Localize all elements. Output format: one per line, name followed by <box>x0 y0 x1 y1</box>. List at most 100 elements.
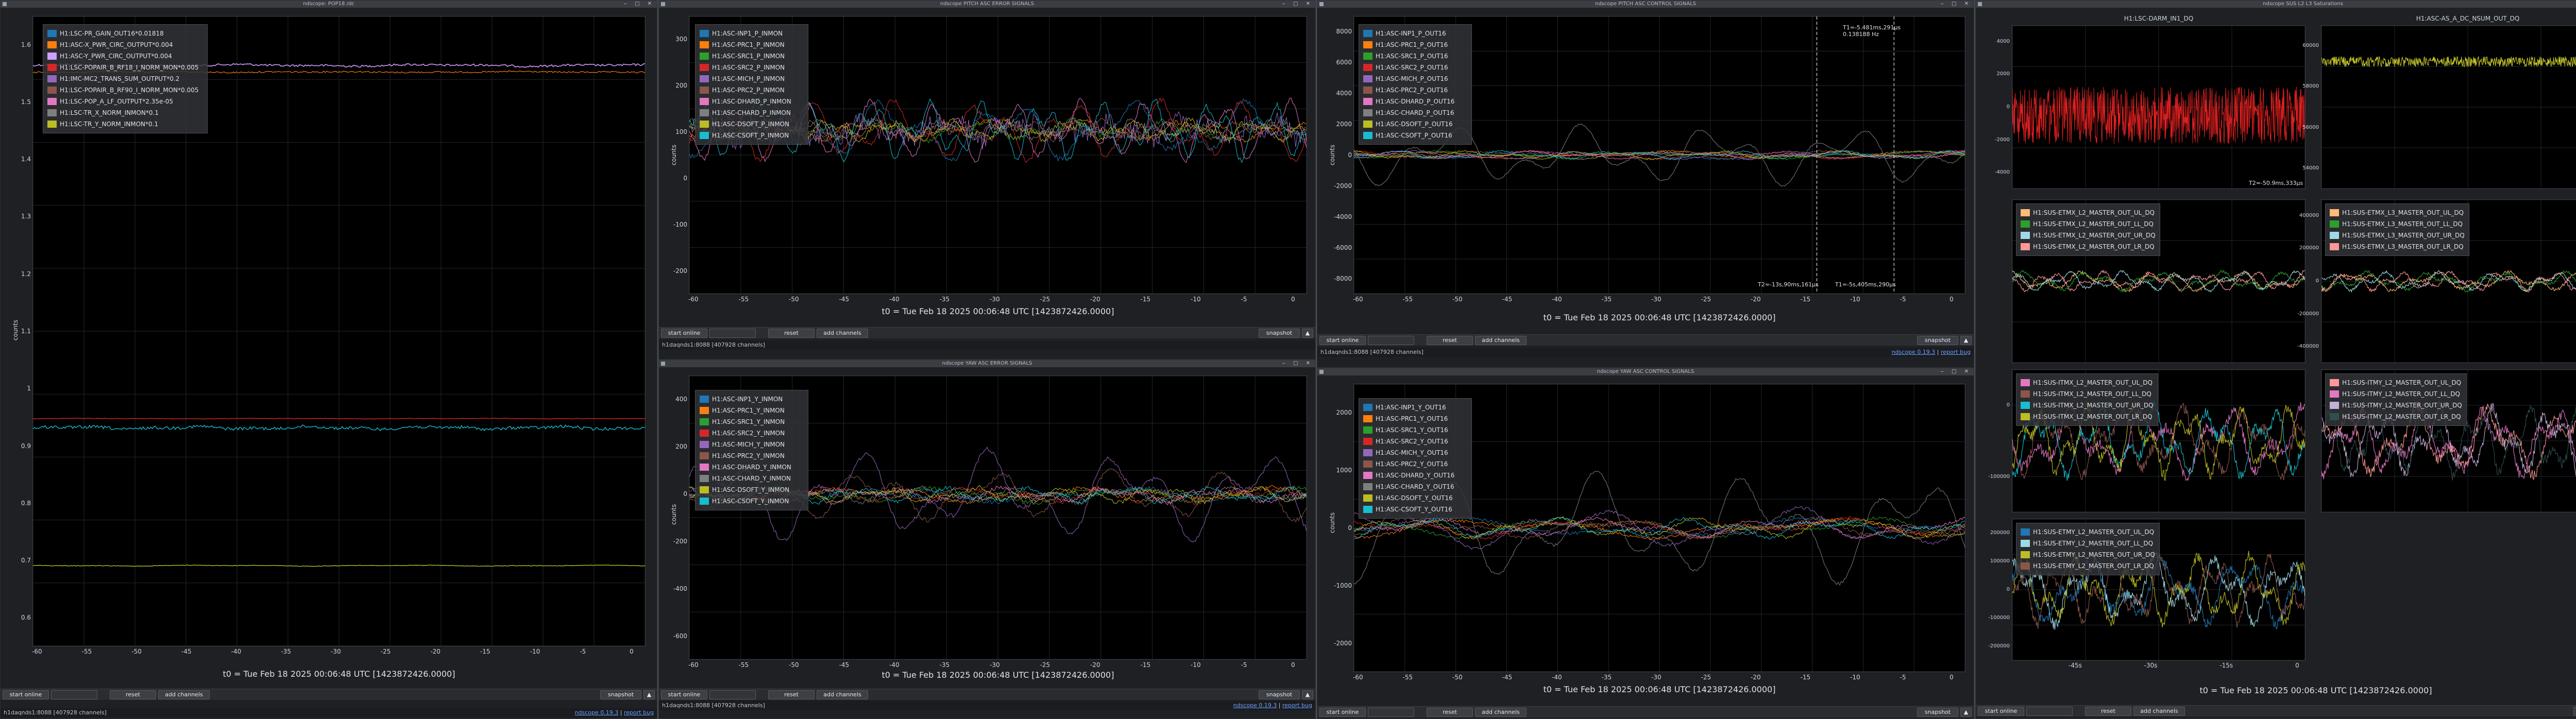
snapshot-button[interactable]: snapshot <box>1917 708 1958 717</box>
legend-entry[interactable]: H1:ASC-SRC1_Y_OUT16 <box>1363 424 1467 436</box>
legend-entry[interactable]: H1:ASC-INP1_P_OUT16 <box>1363 28 1467 39</box>
add-channels-button[interactable]: add channels <box>1475 708 1527 717</box>
legend-entry[interactable]: H1:ASC-DSOFT_P_OUT16 <box>1363 118 1467 130</box>
legend-entry[interactable]: H1:SUS-ITMY_L2_MASTER_OUT_LR_DQ <box>2330 411 2462 422</box>
report-bug-link[interactable]: report bug <box>624 709 654 716</box>
stop-button[interactable] <box>1368 708 1414 717</box>
reset-button[interactable]: reset <box>110 690 156 699</box>
legend-entry[interactable]: H1:ASC-INP1_Y_INMON <box>700 393 804 405</box>
legend-entry[interactable]: H1:SUS-ETMY_L2_MASTER_OUT_LL_DQ <box>2021 538 2155 549</box>
legend-entry[interactable]: H1:SUS-ITMX_L2_MASTER_OUT_LL_DQ <box>2021 388 2154 400</box>
snapshot-button[interactable]: snapshot <box>600 690 641 699</box>
add-channels-button[interactable]: add channels <box>1475 336 1527 345</box>
reset-button[interactable]: reset <box>1427 708 1473 717</box>
legend-entry[interactable]: H1:SUS-ITMY_L2_MASTER_OUT_UR_DQ <box>2330 400 2462 411</box>
window-controls[interactable]: ‒ □ ✕ <box>1940 1 1972 8</box>
stop-button[interactable] <box>1368 336 1414 345</box>
legend-entry[interactable]: H1:ASC-CHARD_Y_INMON <box>700 473 804 484</box>
legend-entry[interactable]: H1:ASC-MICH_Y_OUT16 <box>1363 447 1467 458</box>
window-controls[interactable]: ‒ □ ✕ <box>1282 360 1313 367</box>
snapshot-button[interactable]: snapshot <box>2573 707 2576 716</box>
legend-entry[interactable]: H1:ASC-SRC2_P_OUT16 <box>1363 62 1467 73</box>
chevron-up-icon[interactable]: ▲ <box>1302 690 1313 699</box>
legend-entry[interactable]: H1:ASC-DSOFT_P_INMON <box>700 118 804 130</box>
legend[interactable]: H1:SUS-ITMY_L2_MASTER_OUT_UL_DQ H1:SUS-IT… <box>2325 373 2467 426</box>
window-titlebar[interactable]: ndscope PITCH ASC ERROR SIGNALS ‒ □ ✕ <box>659 1 1315 8</box>
legend-entry[interactable]: H1:SUS-ETMX_L2_MASTER_OUT_LR_DQ <box>2021 241 2156 252</box>
legend[interactable]: H1:SUS-ETMX_L3_MASTER_OUT_UL_DQ H1:SUS-ET… <box>2325 203 2469 256</box>
subplot-area[interactable] <box>2012 25 2306 189</box>
legend[interactable]: H1:ASC-INP1_Y_INMON H1:ASC-PRC1_Y_INMON H1… <box>695 390 808 510</box>
legend[interactable]: H1:SUS-ITMX_L2_MASTER_OUT_UL_DQ H1:SUS-IT… <box>2016 373 2158 426</box>
legend-entry[interactable]: H1:LSC-POPAIR_B_RF90_I_NORM_MON*0.005 <box>47 84 203 96</box>
window-controls[interactable]: ‒ □ ✕ <box>623 1 655 8</box>
reset-button[interactable]: reset <box>768 690 815 699</box>
report-bug-link[interactable]: report bug <box>1941 349 1971 355</box>
start-online-button[interactable]: start online <box>3 690 49 699</box>
reset-button[interactable]: reset <box>768 329 815 338</box>
legend-entry[interactable]: H1:ASC-MICH_P_OUT16 <box>1363 73 1467 84</box>
legend-entry[interactable]: H1:SUS-ITMY_L2_MASTER_OUT_LL_DQ <box>2330 388 2462 400</box>
legend-entry[interactable]: H1:ASC-CHARD_P_OUT16 <box>1363 107 1467 118</box>
add-channels-button[interactable]: add channels <box>2133 707 2185 716</box>
version-link[interactable]: ndscope 0.19.3 <box>1233 702 1277 709</box>
legend-entry[interactable]: H1:ASC-PRC2_Y_OUT16 <box>1363 458 1467 470</box>
legend-entry[interactable]: H1:ASC-CHARD_P_INMON <box>700 107 804 118</box>
legend[interactable]: H1:SUS-ETMY_L2_MASTER_OUT_UL_DQ H1:SUS-ET… <box>2016 523 2160 575</box>
chevron-up-icon[interactable]: ▲ <box>1960 708 1972 717</box>
window-titlebar[interactable]: ndscope YAW ASC CONTROL SIGNALS ‒ □ ✕ <box>1317 368 1974 375</box>
start-online-button[interactable]: start online <box>1319 336 1366 345</box>
subplot-area[interactable] <box>2321 25 2576 189</box>
legend[interactable]: H1:ASC-INP1_P_OUT16 H1:ASC-PRC1_P_OUT16 H1… <box>1359 24 1472 145</box>
snapshot-button[interactable]: snapshot <box>1917 336 1958 345</box>
legend-entry[interactable]: H1:SUS-ETMY_L2_MASTER_OUT_UR_DQ <box>2021 549 2155 560</box>
legend-entry[interactable]: H1:IMC-MC2_TRANS_SUM_OUTPUT*0.2 <box>47 73 203 84</box>
legend-entry[interactable]: H1:LSC-TR_X_NORM_INMON*0.1 <box>47 107 203 118</box>
legend[interactable]: H1:LSC-PR_GAIN_OUT16*0.01818 H1:ASC-X_PWR… <box>43 24 208 133</box>
legend-entry[interactable]: H1:SUS-ITMY_L2_MASTER_OUT_UL_DQ <box>2330 377 2462 388</box>
start-online-button[interactable]: start online <box>1978 707 2024 716</box>
legend-entry[interactable]: H1:ASC-DHARD_Y_OUT16 <box>1363 470 1467 481</box>
legend[interactable]: H1:ASC-INP1_Y_OUT16 H1:ASC-PRC1_Y_OUT16 H1… <box>1359 398 1472 519</box>
window-controls[interactable]: ‒ □ ✕ <box>1940 368 1972 375</box>
legend-entry[interactable]: H1:ASC-X_PWR_CIRC_OUTPUT*0.004 <box>47 39 203 50</box>
legend-entry[interactable]: H1:ASC-PRC1_P_OUT16 <box>1363 39 1467 50</box>
legend-entry[interactable]: H1:SUS-ETMX_L2_MASTER_OUT_UR_DQ <box>2021 230 2156 241</box>
legend-entry[interactable]: H1:ASC-SRC1_Y_INMON <box>700 416 804 427</box>
legend-entry[interactable]: H1:LSC-POPAIR_B_RF18_I_NORM_MON*0.005 <box>47 62 203 73</box>
version-link[interactable]: ndscope 0.19.3 <box>575 709 619 716</box>
window-titlebar[interactable]: ndscope YAW ASC ERROR SIGNALS ‒ □ ✕ <box>659 360 1315 367</box>
legend-entry[interactable]: H1:SUS-ITMX_L2_MASTER_OUT_LR_DQ <box>2021 411 2154 422</box>
legend-entry[interactable]: H1:ASC-SRC2_Y_INMON <box>700 427 804 439</box>
legend-entry[interactable]: H1:ASC-CSOFT_Y_INMON <box>700 495 804 507</box>
legend-entry[interactable]: H1:ASC-SRC1_P_OUT16 <box>1363 50 1467 62</box>
legend-entry[interactable]: H1:ASC-CHARD_Y_OUT16 <box>1363 481 1467 492</box>
legend-entry[interactable]: H1:LSC-POP_A_LF_OUTPUT*2.35e-05 <box>47 96 203 107</box>
legend-entry[interactable]: H1:ASC-PRC2_P_OUT16 <box>1363 84 1467 96</box>
legend-entry[interactable]: H1:ASC-PRC1_P_INMON <box>700 39 804 50</box>
start-online-button[interactable]: start online <box>661 329 707 338</box>
chevron-up-icon[interactable]: ▲ <box>1302 329 1313 338</box>
legend-entry[interactable]: H1:ASC-DHARD_Y_INMON <box>700 461 804 473</box>
legend-entry[interactable]: H1:ASC-DSOFT_Y_INMON <box>700 484 804 495</box>
start-online-button[interactable]: start online <box>661 690 707 699</box>
legend-entry[interactable]: H1:ASC-Y_PWR_CIRC_OUTPUT*0.004 <box>47 50 203 62</box>
legend-entry[interactable]: H1:SUS-ETMX_L2_MASTER_OUT_UL_DQ <box>2021 207 2156 218</box>
legend-entry[interactable]: H1:ASC-MICH_P_INMON <box>700 73 804 84</box>
report-bug-link[interactable]: report bug <box>1282 702 1312 709</box>
legend-entry[interactable]: H1:ASC-MICH_Y_INMON <box>700 439 804 450</box>
stop-button[interactable] <box>709 329 756 338</box>
legend-entry[interactable]: H1:SUS-ITMX_L2_MASTER_OUT_UR_DQ <box>2021 400 2154 411</box>
legend-entry[interactable]: H1:LSC-TR_Y_NORM_INMON*0.1 <box>47 118 203 130</box>
legend-entry[interactable]: H1:SUS-ETMX_L3_MASTER_OUT_UL_DQ <box>2330 207 2465 218</box>
legend-entry[interactable]: H1:ASC-INP1_Y_OUT16 <box>1363 402 1467 413</box>
legend-entry[interactable]: H1:SUS-ETMX_L3_MASTER_OUT_LL_DQ <box>2330 218 2465 230</box>
reset-button[interactable]: reset <box>1427 336 1473 345</box>
legend-entry[interactable]: H1:ASC-CSOFT_P_OUT16 <box>1363 130 1467 141</box>
legend-entry[interactable]: H1:ASC-PRC1_Y_INMON <box>700 405 804 416</box>
version-link[interactable]: ndscope 0.19.3 <box>1892 349 1936 355</box>
window-titlebar[interactable]: ndscope PITCH ASC CONTROL SIGNALS ‒ □ ✕ <box>1317 1 1974 8</box>
add-channels-button[interactable]: add channels <box>158 690 210 699</box>
legend-entry[interactable]: H1:SUS-ETMX_L2_MASTER_OUT_LL_DQ <box>2021 218 2156 230</box>
legend-entry[interactable]: H1:ASC-PRC1_Y_OUT16 <box>1363 413 1467 424</box>
